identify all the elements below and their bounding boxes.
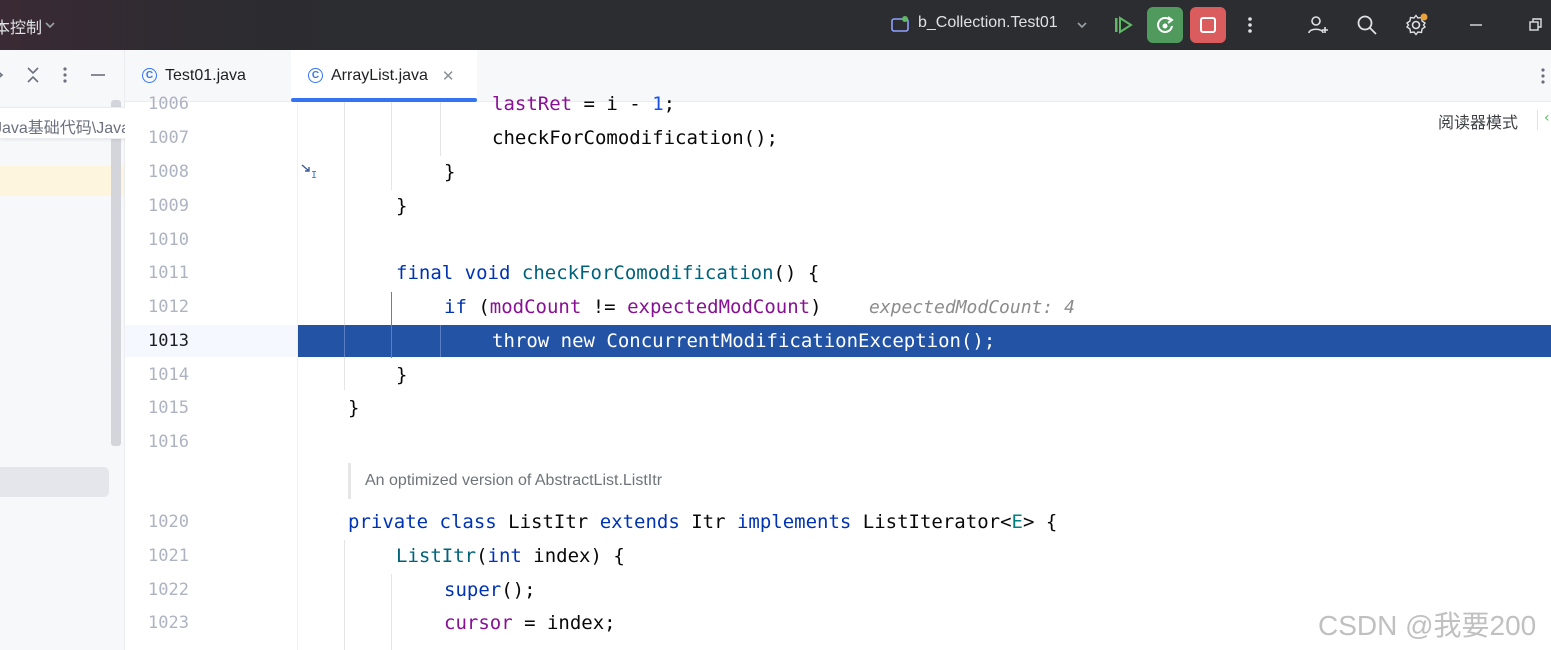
settings-gear-icon[interactable] xyxy=(1400,9,1432,41)
line-number[interactable]: 1021 xyxy=(148,546,208,566)
code-token: final xyxy=(396,262,454,284)
code-line-1022[interactable]: super(); xyxy=(444,579,536,601)
minimize-window-icon[interactable] xyxy=(1460,9,1492,41)
line-number[interactable]: 1015 xyxy=(148,398,208,418)
indent-guide xyxy=(440,102,441,156)
code-line-1015[interactable]: } xyxy=(348,397,359,419)
expand-all-icon[interactable] xyxy=(0,64,10,90)
restore-window-icon[interactable] xyxy=(1520,9,1551,41)
smart-step-into-icon[interactable]: I xyxy=(300,163,320,185)
inline-debug-value[interactable]: expectedModCount: 4 xyxy=(869,297,1075,318)
line-number[interactable]: 1022 xyxy=(148,580,208,600)
hide-panel-icon[interactable] xyxy=(88,64,108,90)
tab-label: Test01.java xyxy=(165,66,246,84)
line-number[interactable]: 1009 xyxy=(148,196,208,216)
code-token: private xyxy=(348,511,429,533)
line-number[interactable]: 1007 xyxy=(148,128,208,148)
indent-guide xyxy=(440,325,441,357)
chevron-down-icon[interactable] xyxy=(34,9,66,41)
code-token: ListItr xyxy=(496,511,600,533)
code-token: () { xyxy=(773,262,820,284)
line-number[interactable]: 1016 xyxy=(148,432,208,452)
code-line-1011[interactable]: final void checkForComodification() { xyxy=(396,262,819,284)
code-line-1021[interactable]: ListItr(int index) { xyxy=(396,545,625,567)
code-token: super xyxy=(444,579,502,601)
code-token: ) xyxy=(810,296,822,318)
run-config-selector[interactable]: b_Collection.Test01 xyxy=(918,14,1058,32)
code-token: modCount xyxy=(489,296,582,318)
rendered-doc-comment[interactable]: An optimized version of AbstractList.Lis… xyxy=(348,463,662,499)
code-token: extends xyxy=(599,511,680,533)
horizontal-scrollbar[interactable] xyxy=(0,467,109,497)
inspection-status-icon[interactable]: ‹ xyxy=(1544,110,1550,126)
collapse-all-icon[interactable] xyxy=(24,64,42,90)
code-token: Itr xyxy=(679,511,737,533)
code-token: int xyxy=(487,545,522,567)
code-token: ( xyxy=(466,296,490,318)
run-config-icon xyxy=(884,9,916,41)
svg-text:I: I xyxy=(311,170,317,181)
code-token: ListIterator< xyxy=(851,511,1012,533)
code-line-1023[interactable]: cursor = index; xyxy=(444,612,616,634)
line-number[interactable]: 1020 xyxy=(148,512,208,532)
code-token: = index; xyxy=(512,612,616,634)
code-line-1014[interactable]: } xyxy=(396,364,407,386)
code-line-1013[interactable]: throw new ConcurrentModificationExceptio… xyxy=(492,330,995,352)
code-token: E xyxy=(1011,511,1023,533)
code-token: ( xyxy=(476,545,488,567)
resume-program-icon[interactable] xyxy=(1107,9,1139,41)
indent-guide xyxy=(391,574,392,650)
code-line-1009[interactable]: } xyxy=(396,195,407,217)
code-token: expectedModCount xyxy=(627,296,811,318)
code-token: checkForComodification xyxy=(521,262,774,284)
line-number[interactable]: 1010 xyxy=(148,230,208,250)
watermark: CSDN @我要200 xyxy=(1318,610,1537,641)
line-number[interactable]: 1011 xyxy=(148,263,208,283)
indent-guide xyxy=(391,102,392,190)
code-token: cursor xyxy=(444,612,513,634)
line-number[interactable]: 1008 xyxy=(148,162,208,182)
code-line-1012[interactable]: if (modCount != expectedModCount) xyxy=(444,296,822,318)
code-token: if xyxy=(444,296,467,318)
class-icon: C xyxy=(142,68,157,83)
code-token: (); xyxy=(501,579,536,601)
options-menu-icon[interactable] xyxy=(60,64,70,90)
indent-guide xyxy=(344,540,345,650)
line-number[interactable]: 1006 xyxy=(148,94,208,114)
code-line-1020[interactable]: private class ListItr extends Itr implem… xyxy=(348,511,1057,533)
selected-tree-row[interactable] xyxy=(0,166,124,196)
add-user-icon[interactable] xyxy=(1302,9,1334,41)
indent-guide xyxy=(344,325,345,357)
line-number[interactable]: 1012 xyxy=(148,297,208,317)
rerun-debug-button[interactable] xyxy=(1147,7,1183,43)
more-actions-icon[interactable] xyxy=(1234,9,1266,41)
reader-mode-toggle[interactable]: 阅读器模式 xyxy=(1438,109,1518,133)
search-icon[interactable] xyxy=(1351,9,1383,41)
line-number[interactable]: 1023 xyxy=(148,613,208,633)
code-line-1007[interactable]: checkForComodification(); xyxy=(492,127,778,149)
chevron-down-icon[interactable] xyxy=(1066,9,1098,41)
sidebar-scrollbar[interactable] xyxy=(111,100,121,446)
code-token: != xyxy=(581,296,628,318)
code-token: index) { xyxy=(521,545,625,567)
tab-bar-overlap xyxy=(298,50,1551,101)
line-number-current[interactable]: 1013 xyxy=(148,331,208,351)
project-tool-window xyxy=(0,50,125,650)
code-line-1008[interactable]: } xyxy=(444,161,455,183)
stop-button[interactable] xyxy=(1190,7,1226,43)
code-token: class xyxy=(439,511,497,533)
indent-guide xyxy=(391,292,392,358)
code-token: implements xyxy=(736,511,852,533)
toolbar-divider xyxy=(1537,110,1538,130)
code-token: ListItr xyxy=(396,545,477,567)
code-token: > { xyxy=(1022,511,1058,533)
code-token: void xyxy=(464,262,511,284)
line-number[interactable]: 1014 xyxy=(148,365,208,385)
title-bar: 本控制 b_Collection.Test01 xyxy=(0,0,1551,50)
